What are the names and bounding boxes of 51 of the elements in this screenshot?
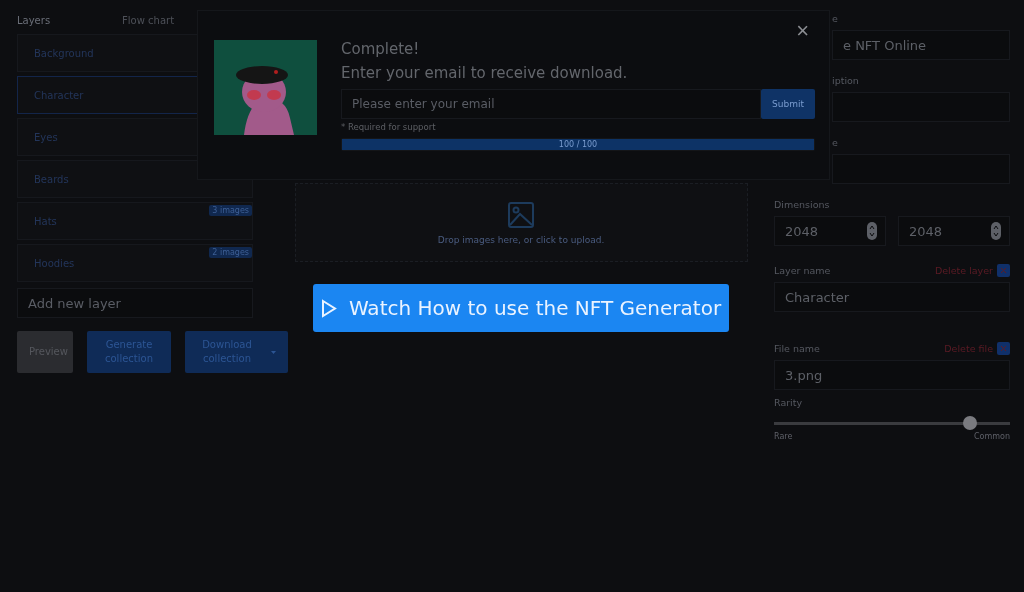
field-label: Rarity (774, 395, 804, 410)
delete-file-link[interactable]: Delete file (944, 342, 993, 354)
rarity-slider[interactable] (774, 416, 1010, 430)
delete-layer-link[interactable]: Delete layer (934, 264, 993, 276)
field-label: iption (831, 73, 860, 88)
layer-item[interactable]: Hoodies 2 images (17, 244, 253, 282)
close-button[interactable]: × (796, 19, 809, 43)
field-label: e (831, 11, 839, 26)
caret-icon (271, 350, 276, 354)
number-field[interactable]: 2048 (774, 216, 886, 246)
layer-name: Character (34, 89, 84, 101)
layer-name: Beards (34, 173, 69, 185)
download-button[interactable]: Download collection (185, 331, 288, 373)
file-name-field[interactable]: 3.png (774, 360, 1010, 390)
field-label: Dimensions (774, 197, 831, 212)
slider-thumb[interactable] (962, 416, 977, 430)
image-icon (507, 200, 535, 229)
required-note: * Required for support (341, 122, 437, 132)
layer-item[interactable]: Hats 3 images (17, 202, 253, 240)
field-label: File name (774, 341, 820, 356)
number-field[interactable]: 2048 (898, 216, 1010, 246)
layer-name: Hats (34, 215, 57, 227)
generate-button[interactable]: Generate collection (87, 331, 171, 373)
field-label: Layer name (774, 263, 831, 278)
email-field[interactable]: Please enter your email (341, 89, 761, 119)
submit-button[interactable]: Submit (761, 89, 815, 119)
new-layer-field[interactable]: Add new layer (17, 288, 253, 318)
play-icon (320, 298, 337, 318)
name-field[interactable]: e NFT Online (832, 30, 1010, 60)
layer-name: Eyes (34, 131, 58, 143)
layer-name: Background (34, 47, 94, 59)
spinner-icon (867, 222, 877, 240)
dialog-message: Enter your email to receive download. (341, 64, 629, 82)
delete-file-button[interactable] (997, 341, 1010, 355)
tab[interactable]: Flow chart (122, 14, 175, 26)
spinner-icon (991, 222, 1001, 240)
upload-dropzone[interactable]: Drop images here, or click to upload. (294, 183, 748, 262)
watch-tutorial-button[interactable]: Watch How to use the NFT Generator (313, 284, 729, 332)
delete-layer-button[interactable] (997, 263, 1010, 277)
field-label: e (831, 135, 839, 150)
image-count-badge: 2 images (209, 247, 252, 258)
slider-max-label: Common (973, 432, 1010, 441)
tab[interactable]: Layers (17, 14, 51, 26)
dialog-title: Complete! (341, 40, 421, 58)
layer-name-field[interactable]: Character (774, 282, 1010, 312)
progress-text: 100 / 100 (558, 140, 598, 149)
x-icon (1001, 345, 1006, 351)
image-count-badge: 3 images (209, 205, 252, 216)
slider-min-label: Rare (774, 432, 793, 441)
x-icon (1001, 267, 1006, 273)
layer-name: Hoodies (34, 257, 75, 269)
